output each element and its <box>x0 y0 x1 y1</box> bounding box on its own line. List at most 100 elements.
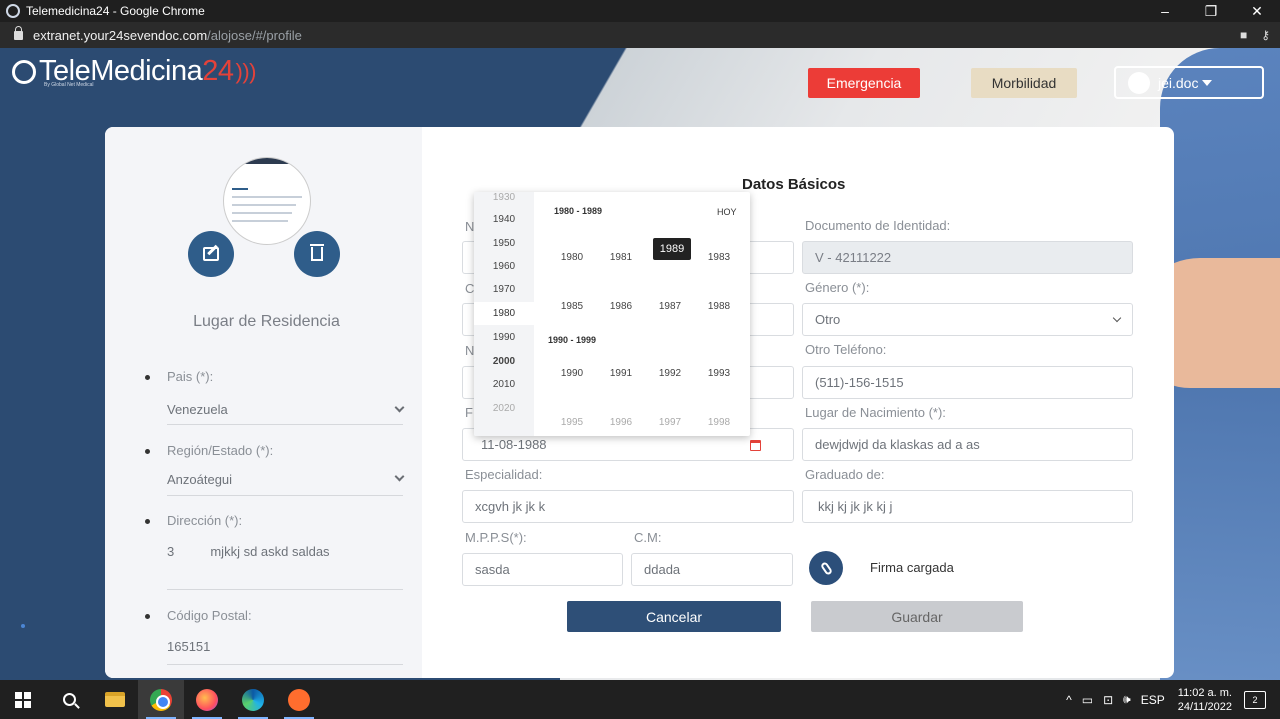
year-cell[interactable]: 1993 <box>699 368 739 379</box>
calendar-icon[interactable] <box>750 440 761 451</box>
lugar-nacimiento-field[interactable]: dewjdwjd da klaskas ad a as <box>802 428 1133 461</box>
folder-icon <box>105 692 125 707</box>
attach-firma-button[interactable] <box>809 551 843 585</box>
year-cell[interactable]: 1996 <box>601 417 641 428</box>
direccion-field[interactable]: 3 mjkkj sd askd saldas <box>167 544 330 559</box>
network-icon[interactable]: ⊡ <box>1103 693 1113 707</box>
taskbar-search-button[interactable] <box>46 680 92 719</box>
cm-field[interactable]: ddada <box>631 553 793 586</box>
firefox-icon <box>196 688 218 711</box>
delete-photo-button[interactable] <box>294 231 340 277</box>
chevron-down-icon[interactable] <box>394 471 405 482</box>
edit-photo-button[interactable] <box>188 231 234 277</box>
decade-item[interactable]: 1960 <box>474 261 534 272</box>
year-cell[interactable]: 1986 <box>601 301 641 312</box>
clock-date: 24/11/2022 <box>1177 700 1232 713</box>
year-cell[interactable]: 1990 <box>552 368 592 379</box>
taskbar-chrome[interactable] <box>138 680 184 719</box>
region-label: Región/Estado (*): <box>167 443 274 458</box>
year-cell[interactable]: 1988 <box>699 301 739 312</box>
chevron-down-icon[interactable] <box>394 402 405 413</box>
signal-waves-icon: ))) <box>235 58 257 84</box>
photo-detail <box>232 220 288 222</box>
address-bar-actions: ■ ⚷ <box>1240 22 1270 48</box>
lock-icon[interactable] <box>14 25 23 40</box>
codigo-postal-field[interactable]: 165151 <box>167 639 210 654</box>
chevron-up-icon[interactable]: ^ <box>1066 693 1072 707</box>
cancel-button[interactable]: Cancelar <box>567 601 781 632</box>
documento-field[interactable]: V - 42111222 <box>802 241 1133 274</box>
decade-list: 1930 1940 1950 1960 1970 1980 1990 2000 … <box>474 192 534 436</box>
pais-label: Pais (*): <box>167 369 214 384</box>
taskbar-app[interactable] <box>276 680 322 719</box>
volume-icon[interactable]: 🕪 <box>1123 692 1131 707</box>
bullet <box>145 519 150 524</box>
genero-select[interactable]: Otro <box>802 303 1133 336</box>
save-button[interactable]: Guardar <box>811 601 1023 632</box>
graduado-field[interactable]: kkj kj jk jk kj j <box>802 490 1133 523</box>
region-select[interactable]: Anzoátegui <box>167 472 232 487</box>
year-cell[interactable]: 1997 <box>650 417 690 428</box>
address-bar[interactable]: extranet.your24sevendoc.com/alojose/#/pr… <box>0 22 1280 48</box>
url-path[interactable]: /alojose/#/profile <box>207 28 302 43</box>
decade-item[interactable]: 1990 <box>474 332 534 343</box>
hoy-button[interactable]: HOY <box>717 207 737 217</box>
year-cell[interactable]: 1992 <box>650 368 690 379</box>
especialidad-field[interactable]: xcgvh jk jk k <box>462 490 794 523</box>
year-cell[interactable]: 1981 <box>601 252 641 263</box>
chrome-icon <box>150 688 172 711</box>
notifications-button[interactable]: 2 <box>1244 690 1266 709</box>
morbilidad-button[interactable]: Morbilidad <box>971 68 1077 98</box>
camera-icon[interactable]: ■ <box>1240 28 1247 42</box>
section-title: Lugar de Residencia <box>193 313 340 330</box>
emergencia-button[interactable]: Emergencia <box>808 68 920 98</box>
pais-select[interactable]: Venezuela <box>167 402 228 417</box>
year-cell[interactable]: 1987 <box>650 301 690 312</box>
user-menu[interactable]: jei.doc <box>1114 66 1264 99</box>
year-cell[interactable]: 1983 <box>699 252 739 263</box>
decade-item[interactable]: 1930 <box>474 192 534 204</box>
c-label: C <box>465 281 475 296</box>
decade-item-selected[interactable]: 1980 <box>474 302 534 325</box>
year-cell[interactable]: 1995 <box>552 417 592 428</box>
fecha-value: 11-08-1988 <box>481 437 547 452</box>
chevron-down-icon <box>1112 313 1122 323</box>
windows-icon <box>15 691 31 708</box>
minimize-button[interactable]: – <box>1142 0 1188 22</box>
otro-telefono-field[interactable]: (511)-156-1515 <box>802 366 1133 399</box>
clock-time: 11:02 a. m. <box>1177 686 1232 699</box>
browser-titlebar: Telemedicina24 - Google Chrome – ❐ ✕ <box>0 0 1280 22</box>
url-host[interactable]: extranet.your24sevendoc.com <box>33 28 207 43</box>
lugar-nacimiento-label: Lugar de Nacimiento (*): <box>805 405 946 420</box>
documento-label: Documento de Identidad: <box>805 218 951 233</box>
page-content: TeleMedicina 24))) By Global Net Medical … <box>0 48 1280 680</box>
edit-icon <box>203 247 219 261</box>
close-window-button[interactable]: ✕ <box>1234 0 1280 22</box>
taskbar-firefox[interactable] <box>184 680 230 719</box>
mpps-field[interactable]: sasda <box>462 553 623 586</box>
n2-label: N <box>465 343 475 358</box>
photo-detail <box>232 196 302 198</box>
taskbar-explorer[interactable] <box>92 680 138 719</box>
mpps-label: M.P.P.S(*): <box>465 530 527 545</box>
language-indicator[interactable]: ESP <box>1141 693 1165 707</box>
taskbar-edge[interactable] <box>230 680 276 719</box>
decade-item[interactable]: 2020 <box>474 403 534 414</box>
year-cell[interactable]: 1980 <box>552 252 592 263</box>
year-cell[interactable]: 1991 <box>601 368 641 379</box>
start-button[interactable] <box>0 680 46 719</box>
decade-item[interactable]: 1940 <box>474 214 534 225</box>
key-icon[interactable]: ⚷ <box>1261 28 1270 42</box>
profile-card: Lugar de Residencia Pais (*): Venezuela … <box>105 127 1174 678</box>
decade-item[interactable]: 1950 <box>474 238 534 249</box>
year-cell[interactable]: 1998 <box>699 417 739 428</box>
year-group-title: 1980 - 1989 <box>554 206 603 216</box>
year-cell[interactable]: 1985 <box>552 301 592 312</box>
clock[interactable]: 11:02 a. m. 24/11/2022 <box>1178 686 1232 714</box>
caret-down-icon <box>1202 79 1213 86</box>
decade-item[interactable]: 2010 <box>474 379 534 390</box>
decade-item[interactable]: 2000 <box>474 356 534 367</box>
battery-icon[interactable]: ▭ <box>1082 693 1093 707</box>
decade-item[interactable]: 1970 <box>474 284 534 295</box>
maximize-button[interactable]: ❐ <box>1188 0 1234 22</box>
